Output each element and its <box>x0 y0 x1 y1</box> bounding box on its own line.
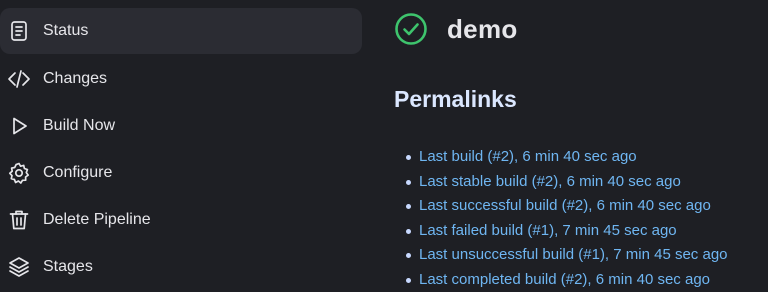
bullet <box>406 204 411 209</box>
list-item: Last build (#2), 6 min 40 sec ago <box>419 145 728 170</box>
bullet <box>406 229 411 234</box>
sidebar-item-build-now[interactable]: Build Now <box>0 103 362 149</box>
sidebar-item-label: Changes <box>43 70 107 88</box>
list-item: Last unsuccessful build (#1), 7 min 45 s… <box>419 243 728 268</box>
sidebar-item-delete-pipeline[interactable]: Delete Pipeline <box>0 197 362 243</box>
bullet <box>406 155 411 160</box>
main-content: demo Permalinks Last build (#2), 6 min 4… <box>380 0 768 289</box>
bullet <box>406 180 411 185</box>
sidebar-item-label: Stages <box>43 258 93 276</box>
sidebar-item-label: Configure <box>43 164 112 182</box>
list-item: Last successful build (#2), 6 min 40 sec… <box>419 194 728 219</box>
permalink-last-stable-build[interactable]: Last stable build (#2), 6 min 40 sec ago <box>419 173 681 190</box>
play-icon <box>7 114 31 138</box>
permalink-last-failed-build[interactable]: Last failed build (#1), 7 min 45 sec ago <box>419 222 677 239</box>
sidebar-item-label: Status <box>43 22 88 40</box>
sidebar-item-stages[interactable]: Stages <box>0 244 362 290</box>
bullet <box>406 253 411 258</box>
document-icon <box>7 19 31 43</box>
permalink-last-completed-build[interactable]: Last completed build (#2), 6 min 40 sec … <box>419 271 710 288</box>
gear-icon <box>7 161 31 185</box>
bullet <box>406 278 411 283</box>
permalink-last-successful-build[interactable]: Last successful build (#2), 6 min 40 sec… <box>419 197 711 214</box>
permalinks-heading: Permalinks <box>394 86 517 113</box>
sidebar: Status Changes Build Now Configure Delet… <box>0 0 364 289</box>
permalink-last-build[interactable]: Last build (#2), 6 min 40 sec ago <box>419 148 637 165</box>
permalink-last-unsuccessful-build[interactable]: Last unsuccessful build (#1), 7 min 45 s… <box>419 246 728 263</box>
list-item: Last failed build (#1), 7 min 45 sec ago <box>419 219 728 244</box>
trash-icon <box>7 208 31 232</box>
list-item: Last completed build (#2), 6 min 40 sec … <box>419 268 728 292</box>
success-check-icon <box>394 12 428 46</box>
code-icon <box>7 67 31 91</box>
list-item: Last stable build (#2), 6 min 40 sec ago <box>419 170 728 195</box>
sidebar-item-label: Delete Pipeline <box>43 211 151 229</box>
page-title: demo <box>447 14 518 45</box>
page-header: demo <box>394 12 518 46</box>
sidebar-item-label: Build Now <box>43 117 115 135</box>
layers-icon <box>7 255 31 279</box>
sidebar-item-configure[interactable]: Configure <box>0 150 362 196</box>
permalinks-list: Last build (#2), 6 min 40 sec ago Last s… <box>419 145 728 292</box>
sidebar-item-status[interactable]: Status <box>0 8 362 54</box>
sidebar-item-changes[interactable]: Changes <box>0 56 362 102</box>
